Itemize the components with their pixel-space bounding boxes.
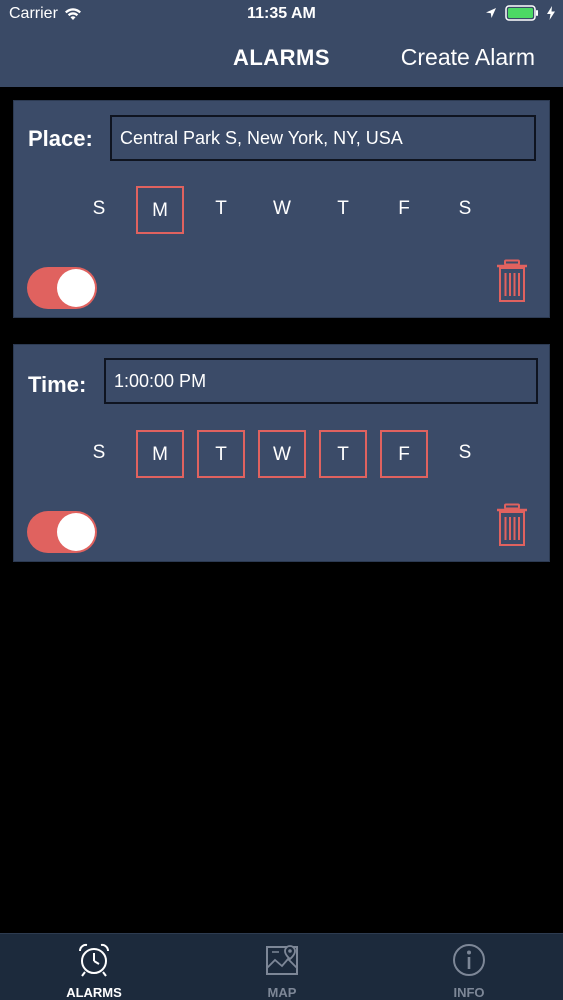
time-input[interactable] xyxy=(104,358,538,404)
toggle-knob xyxy=(57,269,95,307)
day-thu[interactable]: T xyxy=(319,430,367,478)
alarm-clock-icon xyxy=(78,943,110,977)
place-label: Place: xyxy=(28,126,93,151)
day-tue[interactable]: T xyxy=(197,430,245,478)
alarm-toggle[interactable] xyxy=(27,267,97,309)
nav-bar: ALARMS Create Alarm xyxy=(0,30,563,87)
tab-info[interactable]: INFO xyxy=(375,934,563,1000)
status-time: 11:35 AM xyxy=(247,5,316,22)
day-wed[interactable]: W xyxy=(258,186,306,234)
map-icon xyxy=(266,945,298,975)
trash-icon[interactable] xyxy=(495,503,529,547)
status-right xyxy=(485,5,555,21)
time-label: Time: xyxy=(28,372,87,397)
tab-label: ALARMS xyxy=(66,985,122,1000)
battery-icon xyxy=(505,5,538,21)
alarm-card-time: Time: S M T W T F S xyxy=(13,344,550,562)
alarm-toggle[interactable] xyxy=(27,511,97,553)
toggle-knob xyxy=(57,513,95,551)
create-alarm-button[interactable]: Create Alarm xyxy=(401,44,535,71)
place-input[interactable] xyxy=(110,115,536,161)
day-sat[interactable]: S xyxy=(441,430,489,478)
tab-alarms[interactable]: ALARMS xyxy=(0,934,188,1000)
day-fri[interactable]: F xyxy=(380,430,428,478)
day-sun[interactable]: S xyxy=(75,430,123,478)
tab-bar: ALARMS MAP INFO xyxy=(0,933,563,1000)
tab-label: MAP xyxy=(267,985,297,1000)
day-thu[interactable]: T xyxy=(319,186,367,234)
info-icon xyxy=(453,944,485,976)
day-fri[interactable]: F xyxy=(380,186,428,234)
day-wed[interactable]: W xyxy=(258,430,306,478)
charging-bolt-icon xyxy=(547,6,555,20)
location-arrow-icon xyxy=(486,8,496,18)
trash-icon[interactable] xyxy=(495,259,529,303)
tab-label: INFO xyxy=(453,985,485,1000)
day-sat[interactable]: S xyxy=(441,186,489,234)
day-tue[interactable]: T xyxy=(197,186,245,234)
day-mon[interactable]: M xyxy=(136,186,184,234)
day-mon[interactable]: M xyxy=(136,430,184,478)
alarm-card-place: Place: S M T W T F S xyxy=(13,100,550,318)
status-bar: Carrier 11:35 AM xyxy=(0,0,563,30)
tab-map[interactable]: MAP xyxy=(188,934,376,1000)
day-sun[interactable]: S xyxy=(75,186,123,234)
